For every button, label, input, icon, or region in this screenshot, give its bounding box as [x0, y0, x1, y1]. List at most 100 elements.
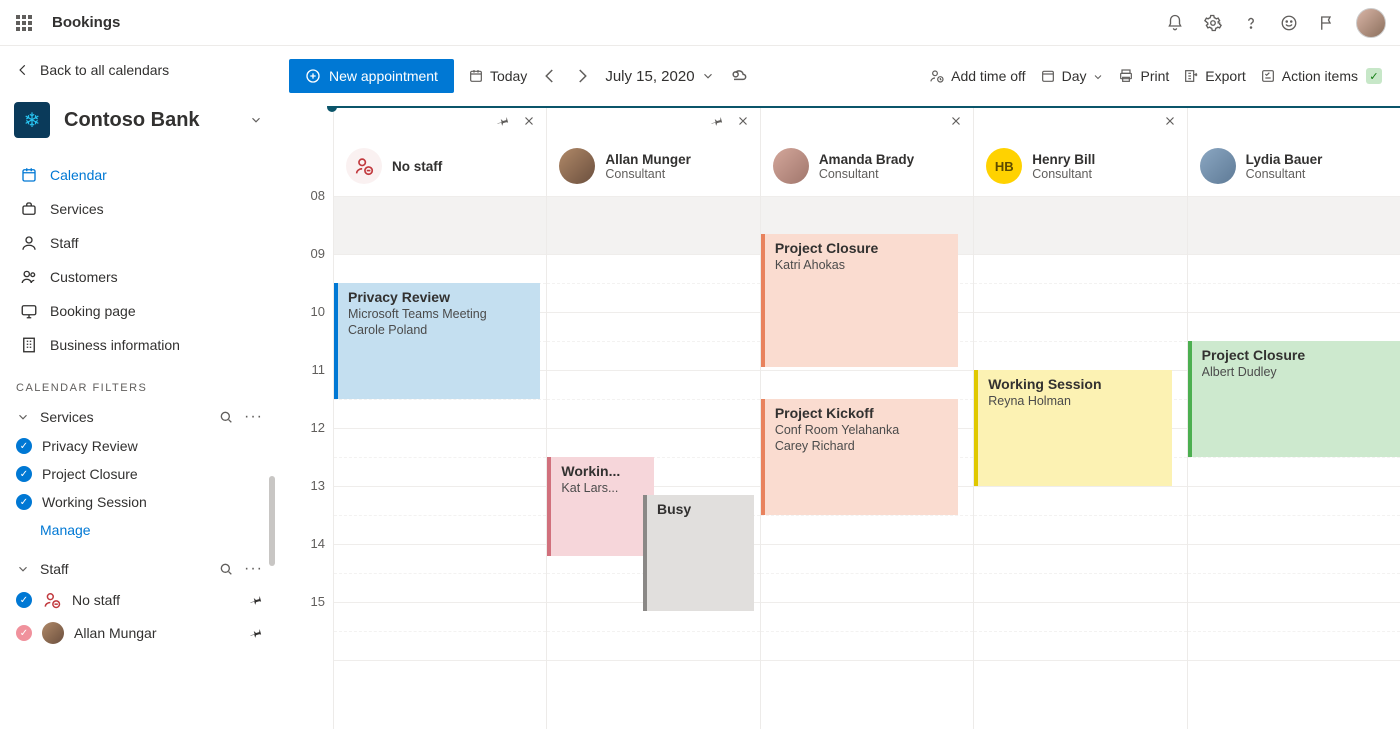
user-icon [20, 234, 38, 252]
sidebar: Back to all calendars ❄ Contoso Bank Cal… [0, 46, 281, 729]
event-detail: Kat Lars... [561, 481, 643, 495]
appointment-event[interactable]: Project KickoffConf Room YelahankaCarey … [761, 399, 958, 515]
event-detail: Reyna Holman [988, 394, 1161, 408]
date-selector[interactable]: July 15, 2020 [605, 68, 714, 85]
bell-icon[interactable] [1166, 14, 1184, 32]
building-icon [20, 336, 38, 354]
day-grid[interactable]: Workin...Kat Lars...Busy [547, 196, 759, 729]
staff-filter-item[interactable]: ✓Allan Mungar [12, 616, 267, 650]
close-icon[interactable] [949, 114, 963, 128]
next-arrow-icon[interactable] [573, 67, 591, 85]
monitor-icon [20, 302, 38, 320]
appointment-event[interactable]: Project ClosureAlbert Dudley [1188, 341, 1400, 457]
scrollbar[interactable] [269, 476, 275, 566]
staff-column-header[interactable]: Allan MungerConsultant [547, 136, 759, 196]
appointment-event[interactable]: Busy [643, 495, 754, 611]
staff-column-header[interactable]: No staff [334, 136, 546, 196]
staff-column-header[interactable]: Amanda BradyConsultant [761, 136, 973, 196]
services-filter-header[interactable]: Services ··· [12, 402, 267, 432]
nav-item-booking-page[interactable]: Booking page [12, 294, 267, 328]
main: New appointment Today July 15, 2020 Add … [281, 46, 1400, 729]
more-icon[interactable]: ··· [244, 408, 263, 426]
weather-icon[interactable] [729, 66, 749, 86]
export-button[interactable]: Export [1183, 68, 1245, 84]
staff-header-label: Staff [40, 561, 69, 577]
appointment-event[interactable]: Workin...Kat Lars... [547, 457, 653, 556]
checkbox-checked-icon[interactable]: ✓ [16, 592, 32, 608]
staff-column: Amanda BradyConsultantProject ClosureKat… [760, 106, 973, 729]
close-icon[interactable] [522, 114, 536, 128]
pin-icon[interactable] [707, 111, 726, 130]
service-filter-item[interactable]: ✓Project Closure [12, 460, 267, 488]
top-icons [1166, 8, 1386, 38]
back-label: Back to all calendars [40, 62, 169, 78]
staff-avatar [773, 148, 809, 184]
app-launcher-icon[interactable] [14, 13, 34, 33]
staff-column: No staff Privacy ReviewMicrosoft Teams Me… [333, 106, 546, 729]
back-to-calendars-link[interactable]: Back to all calendars [12, 58, 267, 96]
checkbox-checked-icon[interactable]: ✓ [16, 494, 32, 510]
staff-column-header[interactable]: HBHenry BillConsultant [974, 136, 1186, 196]
day-grid[interactable]: Project ClosureAlbert Dudley [1188, 196, 1400, 729]
services-header-label: Services [40, 409, 94, 425]
close-icon[interactable] [736, 114, 750, 128]
checklist-icon [1260, 68, 1276, 84]
chevron-down-icon [249, 113, 263, 127]
gear-icon[interactable] [1204, 14, 1222, 32]
brand-name: Contoso Bank [64, 109, 235, 132]
appointment-event[interactable]: Project ClosureKatri Ahokas [761, 234, 958, 367]
prev-arrow-icon[interactable] [541, 67, 559, 85]
print-icon [1118, 68, 1134, 84]
nav-item-services[interactable]: Services [12, 192, 267, 226]
service-filter-item[interactable]: ✓Privacy Review [12, 432, 267, 460]
staff-filter-item[interactable]: ✓No staff [12, 584, 267, 616]
help-icon[interactable] [1242, 14, 1260, 32]
staff-avatar-icon [42, 622, 64, 644]
appointment-event[interactable]: Working SessionReyna Holman [974, 370, 1171, 486]
staff-column: Lydia BauerConsultant Project ClosureAlbe… [1187, 106, 1400, 729]
staff-column-header[interactable]: Lydia BauerConsultant [1188, 136, 1400, 196]
pin-icon[interactable] [494, 111, 513, 130]
checkbox-checked-icon[interactable]: ✓ [16, 466, 32, 482]
print-label: Print [1140, 68, 1169, 84]
check-badge-icon: ✓ [1366, 68, 1382, 84]
appointment-event[interactable]: Privacy ReviewMicrosoft Teams MeetingCar… [334, 283, 540, 399]
event-title: Privacy Review [348, 289, 530, 305]
nav-item-customers[interactable]: Customers [12, 260, 267, 294]
close-icon[interactable] [1163, 114, 1177, 128]
view-selector[interactable]: Day [1040, 68, 1105, 84]
print-button[interactable]: Print [1118, 68, 1169, 84]
new-appointment-button[interactable]: New appointment [289, 59, 454, 93]
user-avatar[interactable] [1356, 8, 1386, 38]
day-grid[interactable]: Project ClosureKatri Ahokas Project Kicko… [761, 196, 973, 729]
user-clock-icon [929, 68, 945, 84]
staff-filter-header[interactable]: Staff ··· [12, 554, 267, 584]
manage-link[interactable]: Manage [12, 516, 267, 544]
staff-role: Consultant [605, 167, 691, 181]
checkbox-checked-icon[interactable]: ✓ [16, 625, 32, 641]
flag-icon[interactable] [1318, 14, 1336, 32]
calendar-selector[interactable]: ❄ Contoso Bank [12, 96, 267, 156]
nav-item-calendar[interactable]: Calendar [12, 158, 267, 192]
staff-role: Consultant [1246, 167, 1323, 181]
today-button[interactable]: Today [468, 68, 527, 84]
more-icon[interactable]: ··· [244, 560, 263, 578]
search-icon[interactable] [218, 409, 234, 425]
event-detail: Conf Room Yelahanka [775, 423, 948, 437]
search-icon[interactable] [218, 561, 234, 577]
nav-item-business-information[interactable]: Business information [12, 328, 267, 362]
emoji-icon[interactable] [1280, 14, 1298, 32]
checkbox-checked-icon[interactable]: ✓ [16, 438, 32, 454]
service-filter-item[interactable]: ✓Working Session [12, 488, 267, 516]
no-staff-icon [42, 590, 62, 610]
nav-item-staff[interactable]: Staff [12, 226, 267, 260]
add-time-off-button[interactable]: Add time off [929, 68, 1025, 84]
event-detail: Carole Poland [348, 323, 530, 337]
pin-icon[interactable] [246, 590, 265, 609]
nav-list: CalendarServicesStaffCustomersBooking pa… [12, 158, 267, 362]
pin-icon[interactable] [246, 623, 265, 642]
action-items-button[interactable]: Action items ✓ [1260, 68, 1382, 84]
day-grid[interactable]: Working SessionReyna Holman [974, 196, 1186, 729]
day-grid[interactable]: Privacy ReviewMicrosoft Teams MeetingCar… [334, 196, 546, 729]
action-items-label: Action items [1282, 68, 1358, 84]
